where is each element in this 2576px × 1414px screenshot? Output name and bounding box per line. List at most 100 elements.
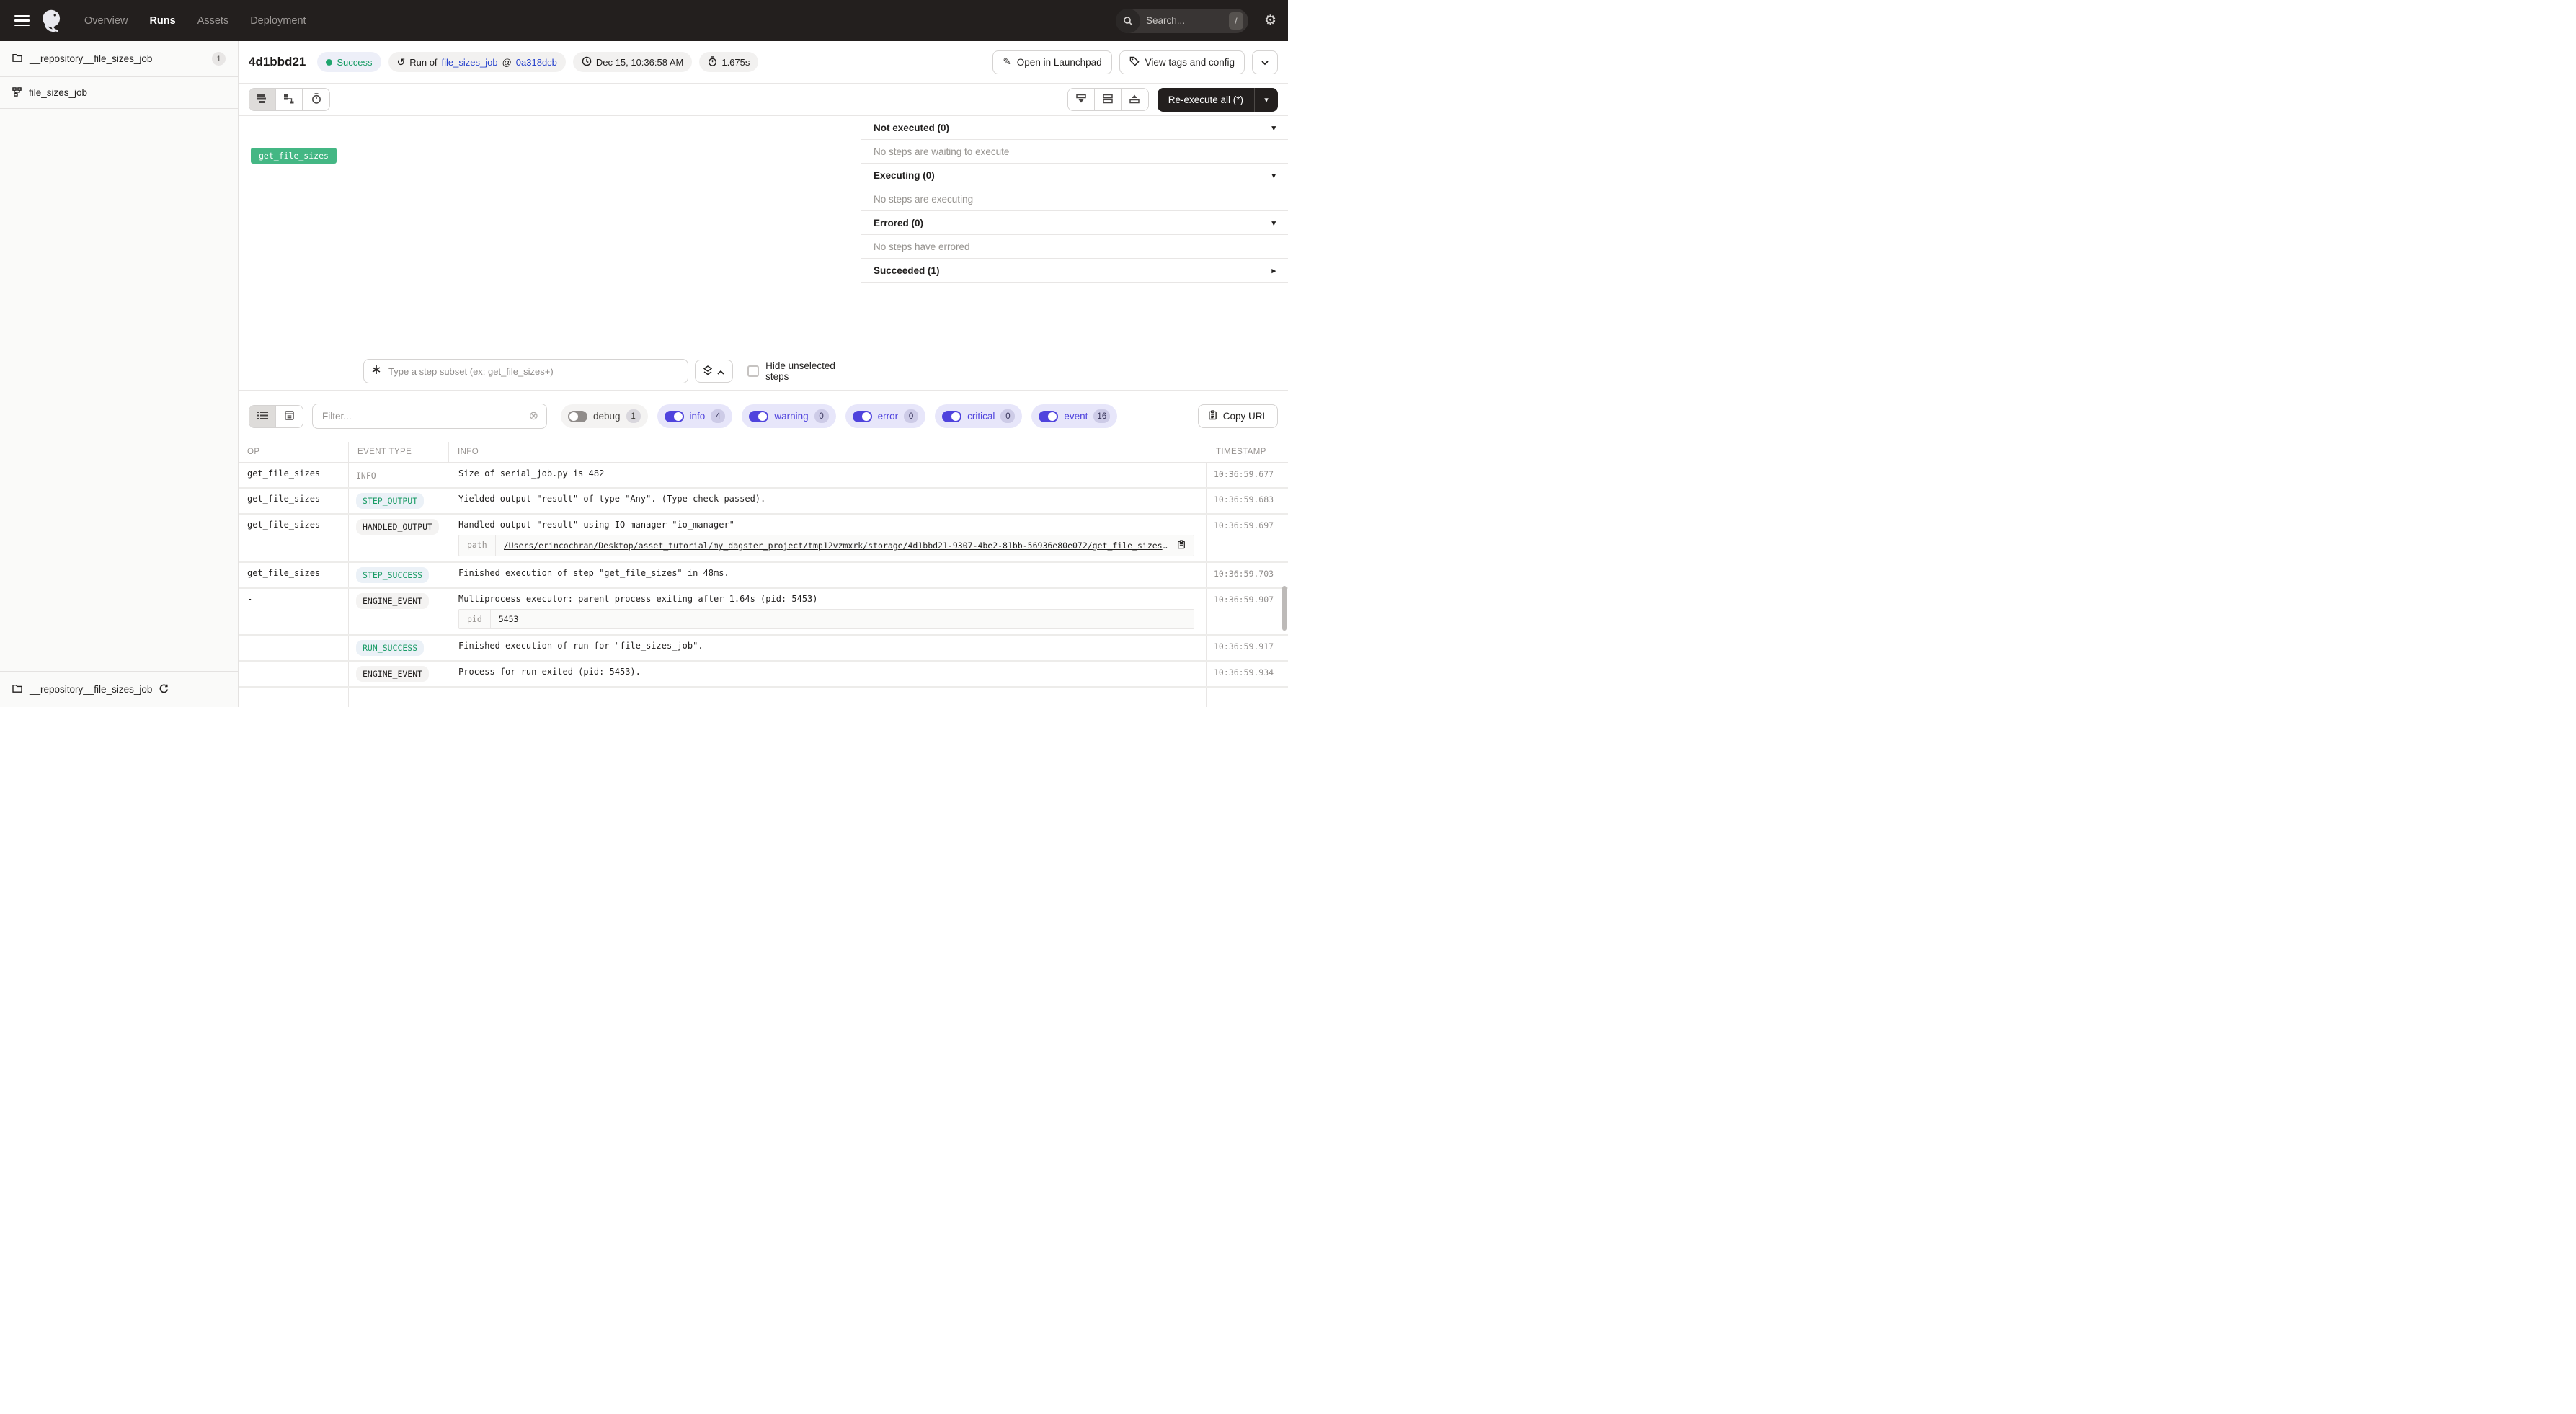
event-type-label: INFO xyxy=(356,468,376,483)
sidebar-item-job[interactable]: file_sizes_job xyxy=(0,77,238,109)
step-subset-input[interactable] xyxy=(387,365,680,378)
copy-url-button[interactable]: Copy URL xyxy=(1198,404,1278,428)
log-op: get_file_sizes xyxy=(239,489,348,513)
section-executing[interactable]: Executing (0) ▾ xyxy=(861,164,1288,187)
section-empty-text: No steps are executing xyxy=(861,187,1288,211)
step-subset-field[interactable] xyxy=(363,359,688,383)
log-op: - xyxy=(239,636,348,660)
pencil-icon: ✎ xyxy=(1003,56,1011,68)
sidebar-footer-repository[interactable]: __repository__file_sizes_job xyxy=(0,671,238,707)
menu-icon[interactable] xyxy=(14,15,30,27)
log-scrollbar-thumb[interactable] xyxy=(1282,586,1287,631)
log-structured-view-button[interactable] xyxy=(276,406,303,427)
log-timestamp: 10:36:59.697 xyxy=(1207,515,1289,561)
log-row[interactable]: - ENGINE_EVENT Process for run exited (p… xyxy=(239,662,1288,688)
toggle-switch xyxy=(942,411,961,422)
log-timestamp: 10:36:59.934 xyxy=(1207,662,1289,686)
section-title: Not executed (0) xyxy=(874,123,949,133)
log-info: Process for run exited (pid: 5453). xyxy=(448,662,1207,686)
log-row[interactable]: get_file_sizes STEP_OUTPUT Yielded outpu… xyxy=(239,489,1288,515)
folder-icon xyxy=(12,684,22,695)
path-link[interactable]: /Users/erincochran/Desktop/asset_tutoria… xyxy=(504,541,1171,551)
level-count-badge: 4 xyxy=(711,409,725,423)
section-not-executed[interactable]: Not executed (0) ▾ xyxy=(861,116,1288,140)
gantt-waterfall-view-button[interactable] xyxy=(276,89,303,110)
reexecute-menu-button[interactable]: ▾ xyxy=(1255,88,1278,112)
gantt-timer-view-button[interactable] xyxy=(303,89,329,110)
panel-layout-toggle xyxy=(1067,88,1149,111)
view-tags-config-button[interactable]: View tags and config xyxy=(1119,50,1245,74)
level-label: critical xyxy=(967,411,995,422)
level-toggle-critical[interactable]: critical 0 xyxy=(935,404,1022,428)
log-row[interactable]: get_file_sizes HANDLED_OUTPUT Handled ou… xyxy=(239,515,1288,563)
gantt-flat-view-button[interactable] xyxy=(249,89,276,110)
log-list-view-button[interactable] xyxy=(249,406,276,427)
log-row[interactable]: get_file_sizes STEP_SUCCESS Finished exe… xyxy=(239,563,1288,589)
nav-runs[interactable]: Runs xyxy=(149,15,175,27)
reexecute-all-button[interactable]: Re-execute all (*) xyxy=(1158,88,1254,112)
nav-assets[interactable]: Assets xyxy=(197,15,229,27)
panel-collapse-down-icon xyxy=(1075,94,1087,106)
commit-link[interactable]: 0a318dcb xyxy=(516,57,557,68)
log-info: Finished execution of step "get_file_siz… xyxy=(448,563,1207,587)
section-succeeded[interactable]: Succeeded (1) ▸ xyxy=(861,259,1288,283)
level-toggle-info[interactable]: info 4 xyxy=(657,404,733,428)
panel-split-button[interactable] xyxy=(1095,89,1122,110)
event-type-badge: ENGINE_EVENT xyxy=(356,666,429,682)
sidebar-item-repository[interactable]: __repository__file_sizes_job 1 xyxy=(0,41,238,77)
hide-unselected-steps[interactable]: Hide unselected steps xyxy=(747,360,861,382)
toggle-switch xyxy=(1039,411,1058,422)
gantt-step-bar[interactable]: get_file_sizes xyxy=(251,148,337,164)
level-count-badge: 16 xyxy=(1093,409,1110,423)
chevron-down-icon: ▾ xyxy=(1271,171,1276,180)
clear-filter-icon[interactable]: ⊗ xyxy=(529,411,538,422)
nav-deployment[interactable]: Deployment xyxy=(250,15,306,27)
step-selector-icon xyxy=(371,365,381,378)
refresh-icon[interactable] xyxy=(159,684,169,695)
search-bar[interactable]: / xyxy=(1116,9,1248,33)
more-actions-button[interactable] xyxy=(1252,50,1278,74)
col-header-timestamp: TIMESTAMP xyxy=(1207,442,1289,462)
log-row[interactable]: get_file_sizes INFO Size of serial_job.p… xyxy=(239,463,1288,489)
section-title: Errored (0) xyxy=(874,218,923,228)
sidebar-footer-label: __repository__file_sizes_job xyxy=(30,684,152,695)
section-errored[interactable]: Errored (0) ▾ xyxy=(861,211,1288,235)
job-link[interactable]: file_sizes_job xyxy=(442,57,498,68)
panel-collapse-down-button[interactable] xyxy=(1068,89,1095,110)
hide-unselected-checkbox[interactable] xyxy=(747,365,759,377)
gear-icon[interactable]: ⚙ xyxy=(1264,14,1276,27)
log-row[interactable]: - RUN_SUCCESS Finished execution of run … xyxy=(239,636,1288,662)
level-count-badge: 0 xyxy=(904,409,918,423)
status-dot-icon xyxy=(326,59,332,66)
clock-icon xyxy=(582,56,592,68)
caret-up-icon xyxy=(717,366,724,377)
log-op: - xyxy=(239,589,348,634)
job-graph-icon xyxy=(12,87,22,99)
log-timestamp: 10:36:59.917 xyxy=(1207,636,1289,660)
log-filter-input[interactable] xyxy=(321,410,529,422)
level-toggle-debug[interactable]: debug 1 xyxy=(561,404,648,428)
search-input[interactable] xyxy=(1140,15,1229,26)
metadata-key: path xyxy=(459,535,496,556)
run-timestamp: Dec 15, 10:36:58 AM xyxy=(596,57,683,68)
log-row[interactable]: - ENGINE_EVENT Multiprocess executor: pa… xyxy=(239,589,1288,636)
level-toggle-error[interactable]: error 0 xyxy=(845,404,926,428)
metadata-value: /Users/erincochran/Desktop/asset_tutoria… xyxy=(496,535,1194,556)
col-header-info: INFO xyxy=(448,442,1207,462)
nav-overview[interactable]: Overview xyxy=(84,15,128,27)
level-toggle-event[interactable]: event 16 xyxy=(1031,404,1117,428)
graph-query-toggle-button[interactable] xyxy=(695,360,733,383)
log-filter-field[interactable]: ⊗ xyxy=(312,404,547,429)
tag-icon xyxy=(1129,56,1140,68)
level-toggle-warning[interactable]: warning 0 xyxy=(742,404,835,428)
panel-expand-up-button[interactable] xyxy=(1122,89,1148,110)
copy-path-icon[interactable] xyxy=(1177,540,1186,551)
sidebar-job-label: file_sizes_job xyxy=(29,87,87,98)
toggle-switch xyxy=(568,411,587,422)
gantt-view-toggle xyxy=(249,88,330,111)
section-title: Executing (0) xyxy=(874,170,935,181)
structured-view-icon xyxy=(285,411,294,422)
open-launchpad-button[interactable]: ✎ Open in Launchpad xyxy=(992,50,1111,74)
dagster-logo-icon[interactable] xyxy=(40,9,64,33)
col-header-event-type: EVENT TYPE xyxy=(348,442,448,462)
